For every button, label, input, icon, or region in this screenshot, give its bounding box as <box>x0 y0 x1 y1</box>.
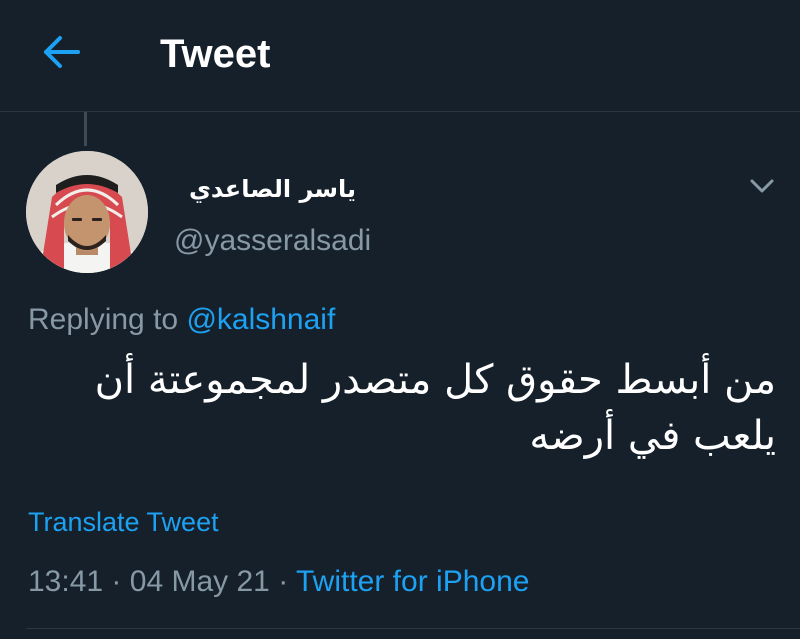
avatar[interactable] <box>26 151 148 273</box>
tweet-more-button[interactable] <box>744 168 780 204</box>
page-title: Tweet <box>160 32 271 76</box>
replying-to-line: Replying to @kalshnaif <box>28 300 335 340</box>
thread-connector-line <box>84 112 87 146</box>
tweet-metadata: 13:41 · 04 May 21 · Twitter for iPhone <box>28 562 529 602</box>
author-handle[interactable]: @yasseralsadi <box>174 222 371 260</box>
divider <box>26 628 800 629</box>
tweet-time: 13:41 <box>28 565 104 598</box>
arrow-left-icon <box>44 36 80 68</box>
translate-tweet-link[interactable]: Translate Tweet <box>28 504 219 540</box>
replying-to-mention[interactable]: @kalshnaif <box>186 303 335 336</box>
tweet-date: 04 May 21 <box>129 565 270 598</box>
back-button[interactable] <box>38 30 86 78</box>
meta-separator: · <box>278 565 289 598</box>
profile-photo <box>26 151 148 273</box>
meta-separator: · <box>111 565 122 598</box>
replying-to-label: Replying to <box>28 303 179 336</box>
tweet-source-link[interactable]: Twitter for iPhone <box>296 565 529 598</box>
chevron-down-icon <box>750 179 774 193</box>
author-display-name[interactable]: ياسر الصاعدي <box>172 172 356 206</box>
top-app-bar: Tweet <box>0 0 800 112</box>
tweet-text: من أبسط حقوق كل متصدر لمجموعتة أن يلعب ف… <box>94 357 776 459</box>
